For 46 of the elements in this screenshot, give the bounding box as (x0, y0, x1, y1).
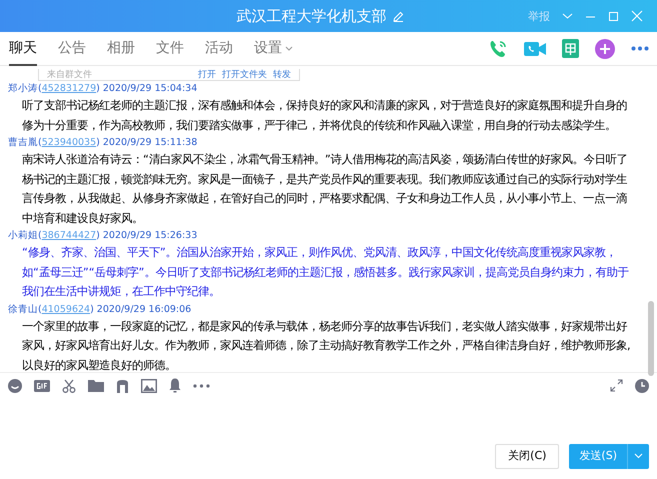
file-action-link[interactable]: 打开 (198, 71, 216, 80)
sender-qq-link[interactable]: 386744427 (42, 228, 96, 243)
file-action-link[interactable]: 转发 (273, 71, 291, 80)
more-icon[interactable] (193, 384, 210, 388)
more-icon[interactable] (631, 46, 649, 51)
message-time: ) 2020/9/29 15:11:38 (96, 136, 198, 150)
pencil-icon[interactable] (392, 10, 404, 22)
gif-icon[interactable] (34, 380, 50, 392)
close-button[interactable]: 关闭(C) (495, 444, 560, 468)
message-time: ) 2020/9/29 15:04:34 (96, 82, 198, 96)
tab[interactable]: 相册 (107, 32, 135, 66)
music-icon[interactable] (116, 378, 129, 392)
message-text: 一个家里的故事，一段家庭的记忆，都是家风的传承与载体，杨老师分享的故事告诉我们，老实做人踏实做事，好家规带出好家风，好家风培育出好儿女。作为教师，家风连着师德，除了主动搞好教育教学工作之外，严格自律洁身自好，维护教师形象, 以良好的家风塑造良好的师德。 (21, 318, 632, 372)
sender-qq-link[interactable]: 41059624 (42, 302, 90, 316)
window-title: 武汉工程大学化机支部 (236, 6, 386, 27)
sender-qq-link[interactable]: 452831279 (42, 81, 96, 96)
tab[interactable]: 聊天 (9, 32, 37, 66)
video-call-icon[interactable] (524, 40, 546, 58)
message-text: “修身、齐家、治国、平天下”。治国从治家开始，家风正，则作风优、党风清、政风淳，中国文化传统高度重视家风家教，如“孟母三迁”“岳母刺字”。今日听了支部书记杨红老师的主题汇报，感悟甚多。践行家风家训，提高党员自身约束力，有助于我们在生活中讲规矩，在工作中守纪律。 (21, 245, 630, 300)
sender-name: 曹吉胤( (8, 136, 42, 150)
tab[interactable]: 公告 (58, 32, 86, 66)
sender-name: 郑小涛( (8, 82, 42, 96)
add-icon[interactable] (595, 38, 615, 58)
lesson-icon[interactable] (562, 39, 579, 58)
expand-icon[interactable] (610, 379, 623, 392)
clock-icon[interactable] (635, 378, 649, 392)
message-time: ) 2020/9/29 15:26:33 (96, 229, 198, 243)
tab[interactable]: 设置 (254, 32, 293, 66)
file-action-link[interactable]: 打开文件夹 (222, 71, 267, 80)
folder-icon[interactable] (88, 379, 104, 392)
sender-name: 小莉姐( (8, 229, 42, 243)
image-icon[interactable] (141, 378, 157, 392)
tab[interactable]: 文件 (156, 32, 184, 66)
message-text: 听了支部书记杨红老师的主题汇报，深有感触和体会，保持良好的家风和清廉的家风，对于营造良好的家庭氛围和提升自身的修为十分重要，作为高校教师，我们要踏实做事，严于律己，并将优良的传统和作风融入课堂，用自身的行动去感染学生。 (21, 98, 628, 134)
phone-icon[interactable] (488, 38, 508, 58)
file-source-label: 来自群文件 (47, 71, 92, 80)
emoji-icon[interactable] (8, 378, 22, 392)
message-text: 南宋诗人张道洽有诗云：“清白家风不染尘，冰霜气骨玉精神。”诗人借用梅花的高洁风姿，颂扬清白传世的好家风。今日听了杨书记的主题汇报，顿觉韵味无穷。家风是一面镜子，是共产党员作风的重要表现。我们教师应该通过自己的实际行动对学生言传身教，从我做起、从修身齐家做起，在管好自己的同时，严格要求配偶、子女和身边工作人员，从小事小节上、一点一滴中培育和建设良好家风。 (21, 152, 629, 226)
scissors-icon[interactable] (62, 378, 76, 392)
sender-name: 徐青山( (8, 302, 42, 316)
caret-icon (634, 453, 643, 460)
bell-icon[interactable] (169, 378, 181, 393)
send-button[interactable]: 发送(S) (569, 444, 627, 468)
message-time: ) 2020/9/29 16:09:06 (90, 302, 192, 316)
tab[interactable]: 活动 (205, 32, 233, 66)
sender-qq-link[interactable]: 523940035 (42, 135, 96, 150)
